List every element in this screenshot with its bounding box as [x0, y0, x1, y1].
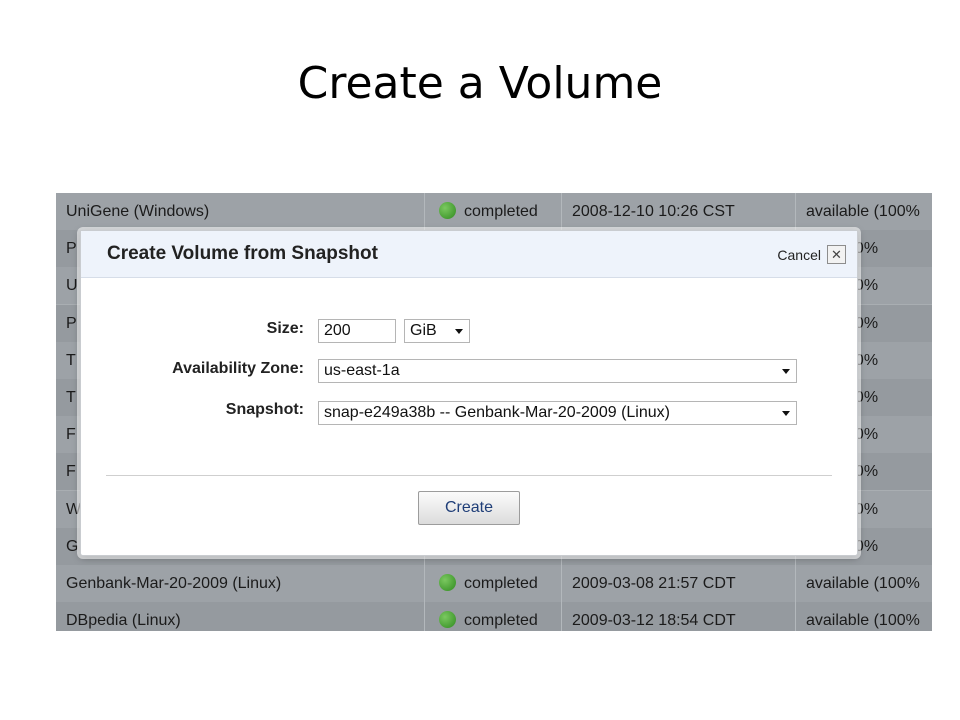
green-status-dot-icon [439, 202, 456, 219]
slide-title: Create a Volume [297, 58, 663, 109]
size-label: Size: [266, 320, 304, 337]
availability-zone-label: Availability Zone: [172, 360, 304, 377]
availability-cell: available (100% [806, 612, 920, 629]
started-cell: 2008-12-10 10:26 CST [562, 193, 796, 230]
size-input[interactable]: 200 [318, 319, 396, 343]
size-unit-value: GiB [410, 322, 437, 339]
snapshot-select[interactable]: snap-e249a38b -- Genbank-Mar-20-2009 (Li… [318, 401, 797, 425]
status-text: completed [464, 612, 538, 629]
green-status-dot-icon [439, 611, 456, 628]
status-cell: completed [425, 193, 562, 230]
create-button[interactable]: Create [418, 491, 520, 525]
chevron-down-icon [782, 369, 790, 374]
snapshot-value: snap-e249a38b -- Genbank-Mar-20-2009 (Li… [324, 404, 670, 421]
availability-zone-select[interactable]: us-east-1a [318, 359, 797, 383]
create-volume-dialog: Create Volume from Snapshot Cancel ✕ Siz… [80, 230, 858, 556]
status-text: completed [464, 575, 538, 592]
table-row[interactable]: DBpedia (Linux) completed 2009-03-12 18:54… [56, 602, 932, 631]
table-row[interactable]: UniGene (Windows) completed 2008-12-10 10:… [56, 193, 932, 231]
started-cell: 2009-03-12 18:54 CDT [562, 602, 796, 631]
dialog-header: Create Volume from Snapshot Cancel ✕ [81, 231, 857, 278]
snapshot-label: Snapshot: [225, 401, 304, 418]
availability-cell: available (100% [806, 203, 920, 220]
slide: Create a Volume UniGene (Windows) complet… [0, 0, 960, 720]
dialog-divider [106, 475, 832, 476]
availability-cell: available (100% [806, 575, 920, 592]
snapshot-name-cell: UniGene (Windows) [56, 193, 425, 230]
table-row[interactable]: Genbank-Mar-20-2009 (Linux) completed 2009… [56, 565, 932, 603]
cancel-link[interactable]: Cancel [777, 247, 821, 263]
availability-zone-value: us-east-1a [324, 362, 400, 379]
dialog-title: Create Volume from Snapshot [107, 243, 378, 264]
status-cell: completed [425, 565, 562, 602]
volumes-table-screenshot: UniGene (Windows) completed 2008-12-10 10:… [56, 193, 932, 631]
status-text: completed [464, 203, 538, 220]
chevron-down-icon [782, 411, 790, 416]
status-cell: completed [425, 602, 562, 631]
snapshot-name-cell: Genbank-Mar-20-2009 (Linux) [56, 565, 425, 602]
started-cell: 2009-03-08 21:57 CDT [562, 565, 796, 602]
close-icon[interactable]: ✕ [827, 245, 846, 264]
chevron-down-icon [455, 329, 463, 334]
green-status-dot-icon [439, 574, 456, 591]
snapshot-name-cell: DBpedia (Linux) [56, 602, 425, 631]
size-unit-select[interactable]: GiB [404, 319, 470, 343]
